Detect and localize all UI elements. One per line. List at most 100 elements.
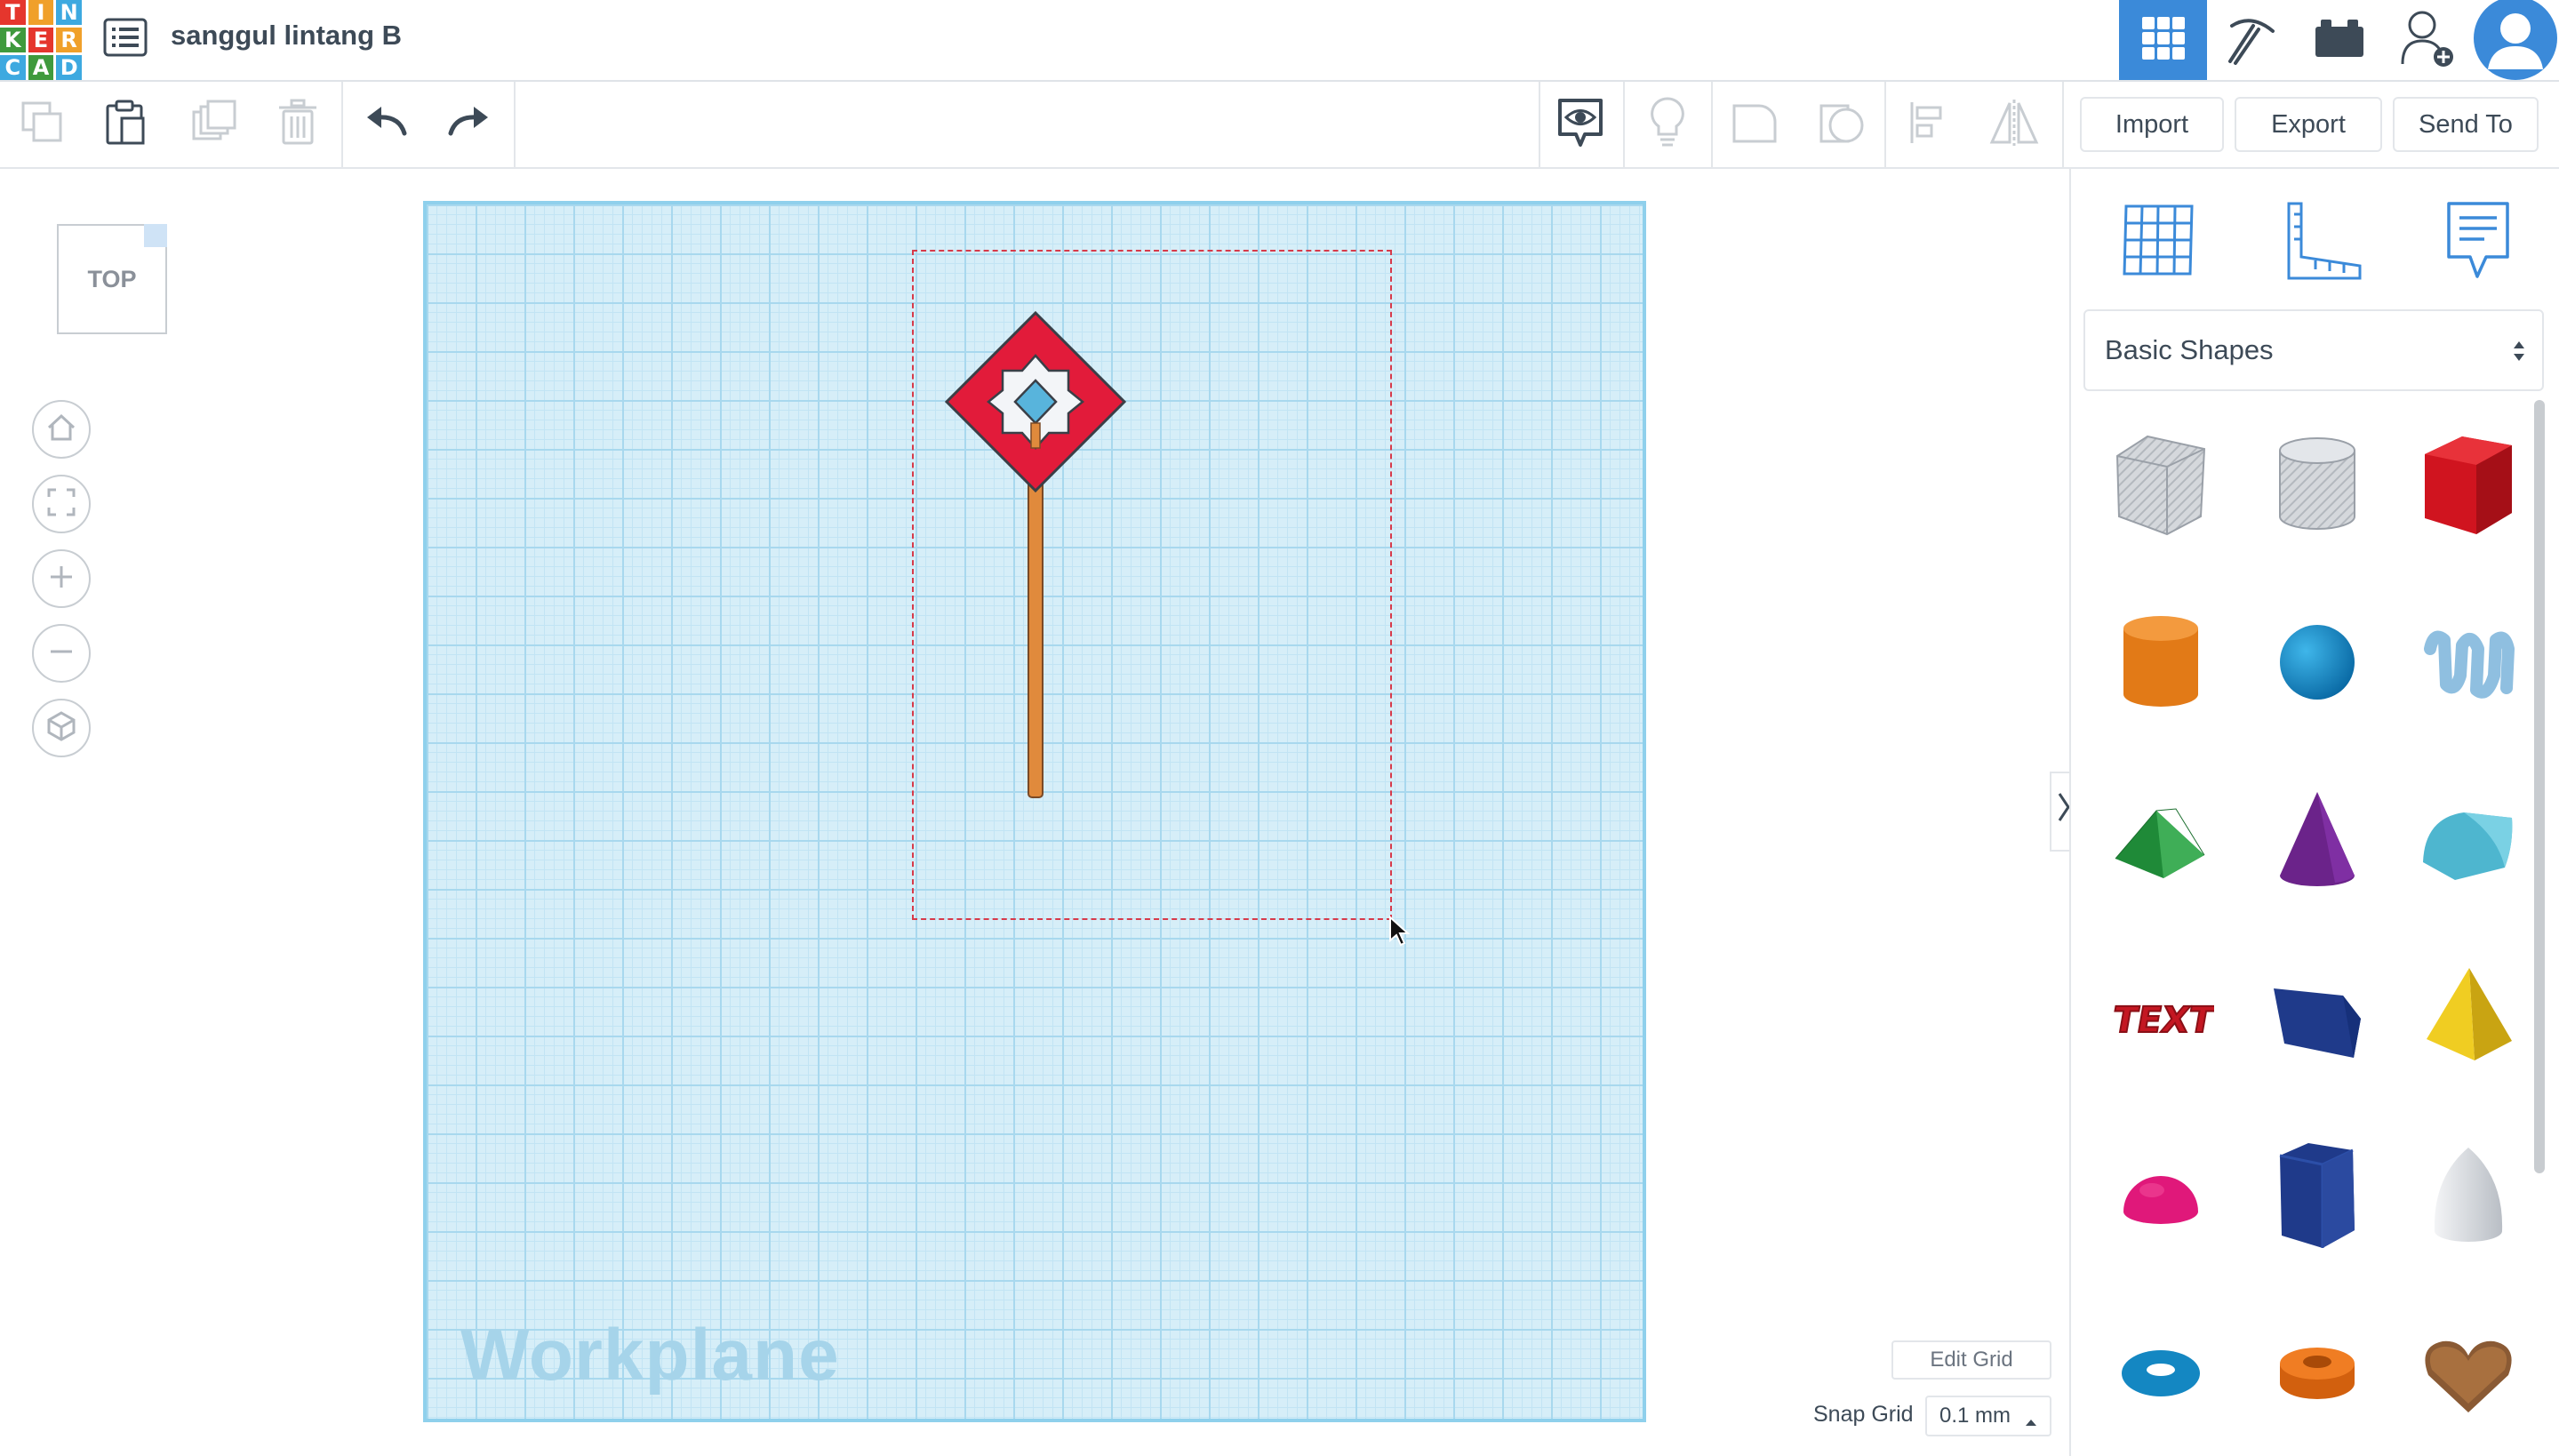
logo-letter: I (28, 0, 54, 25)
snap-grid-value: 0.1 mm (1939, 1404, 2011, 1428)
tinkercad-logo[interactable]: T I N K E R C A D (0, 0, 82, 80)
avatar (2473, 0, 2557, 84)
ungroup-icon (1818, 99, 1866, 151)
pickaxe-icon (2223, 10, 2280, 71)
edit-toolbar: Import Export Send To (0, 82, 2559, 169)
group-button[interactable] (1728, 98, 1781, 151)
clipboard-icon (104, 99, 148, 151)
grid-view-icon (2140, 15, 2187, 66)
shape-cylinder[interactable] (2103, 604, 2219, 720)
snap-grid-select[interactable]: 0.1 mm (1925, 1396, 2051, 1436)
workplane-tool-button[interactable] (2114, 197, 2203, 286)
home-view-button[interactable] (32, 400, 91, 459)
logo-letter: A (28, 55, 54, 80)
ruler-tool-button[interactable] (2279, 197, 2368, 286)
view-cube[interactable]: TOP (57, 224, 167, 334)
mirror-button[interactable] (1987, 98, 2041, 151)
top-right-nav (2119, 0, 2559, 80)
send-to-button[interactable]: Send To (2393, 97, 2539, 152)
hairpin-stick[interactable] (1028, 475, 1044, 798)
stick-top[interactable] (1030, 422, 1041, 449)
fit-view-button[interactable] (32, 475, 91, 533)
show-all-button[interactable] (1641, 96, 1694, 153)
logo-letter: C (0, 55, 26, 80)
shape-tube[interactable] (2259, 1316, 2375, 1431)
design-title[interactable]: sanggul lintang B (171, 20, 402, 52)
trash-icon (277, 99, 318, 151)
shape-polygon[interactable] (2259, 1138, 2375, 1253)
export-button[interactable]: Export (2235, 97, 2382, 152)
invite-user-button[interactable] (2383, 0, 2471, 80)
duplicate-icon (190, 100, 236, 150)
copy-button[interactable] (16, 98, 69, 151)
shape-text[interactable]: TEXT (2103, 960, 2219, 1076)
undo-button[interactable] (359, 98, 412, 151)
shape-half-sphere[interactable] (2103, 1138, 2219, 1253)
minus-icon (48, 638, 75, 669)
shape-box-hole[interactable] (2103, 427, 2219, 542)
toolbar-separator (1623, 82, 1625, 167)
shape-round-roof[interactable] (2411, 782, 2526, 898)
home-icon (46, 413, 76, 446)
shape-scribble[interactable] (2411, 604, 2526, 720)
delete-button[interactable] (271, 98, 324, 151)
shape-torus[interactable] (2103, 1316, 2219, 1431)
fit-all-icon (47, 488, 76, 521)
notes-visibility-button[interactable] (1554, 98, 1607, 151)
shape-pyramid[interactable] (2411, 960, 2526, 1076)
shape-roof[interactable] (2103, 782, 2219, 898)
shape-paraboloid[interactable] (2411, 1138, 2526, 1253)
paste-button[interactable] (100, 98, 153, 151)
redo-icon (447, 105, 492, 145)
lightbulb-icon (1650, 96, 1685, 153)
align-button[interactable] (1902, 98, 1955, 151)
design-list-icon[interactable] (103, 18, 148, 57)
copy-icon (20, 100, 66, 150)
logo-letter: K (0, 28, 26, 52)
logo-letter: R (56, 28, 82, 52)
perspective-cube-icon (46, 710, 76, 746)
import-button[interactable]: Import (2080, 97, 2224, 152)
toolbar-separator (1711, 82, 1713, 167)
logo-letter: D (56, 55, 82, 80)
toolbar-separator (341, 82, 343, 167)
align-icon (1908, 100, 1949, 149)
shape-heart[interactable] (2411, 1316, 2526, 1431)
zoom-out-button[interactable] (32, 624, 91, 683)
shape-sphere[interactable] (2259, 604, 2375, 720)
plus-icon (48, 564, 75, 595)
notes-tool-button[interactable] (2434, 197, 2523, 286)
snap-grid-label: Snap Grid (1813, 1402, 1914, 1427)
view-cube-corner[interactable] (144, 224, 167, 247)
shape-wedge[interactable] (2259, 960, 2375, 1076)
add-user-icon (2399, 7, 2456, 74)
svg-text:TEXT: TEXT (2109, 999, 2214, 1041)
duplicate-button[interactable] (187, 98, 240, 151)
bricks-view-button[interactable] (2295, 0, 2383, 80)
eye-bubble-icon (1556, 97, 1604, 153)
shapes-scrollbar[interactable] (2534, 400, 2545, 1173)
caret-up-icon (2025, 1408, 2037, 1433)
up-down-arrow-icon (2512, 338, 2526, 372)
logo-letter: N (56, 0, 82, 25)
shape-cylinder-hole[interactable] (2259, 427, 2375, 542)
logo-letter: T (0, 0, 26, 25)
mirror-icon (1988, 99, 2040, 150)
shape-category-select[interactable]: Basic Shapes (2083, 309, 2544, 391)
edit-grid-button[interactable]: Edit Grid (1891, 1340, 2051, 1380)
shape-box[interactable] (2411, 427, 2526, 542)
account-avatar-button[interactable] (2471, 0, 2559, 80)
blocks-view-button[interactable] (2207, 0, 2295, 80)
group-icon (1731, 99, 1779, 151)
redo-button[interactable] (443, 98, 496, 151)
zoom-in-button[interactable] (32, 549, 91, 608)
3d-design-view-button[interactable] (2119, 0, 2207, 80)
perspective-toggle-button[interactable] (32, 699, 91, 757)
ungroup-button[interactable] (1815, 98, 1868, 151)
hairpin-model[interactable] (933, 307, 1138, 804)
shape-cone[interactable] (2259, 782, 2375, 898)
toolbar-separator (1539, 82, 1540, 167)
view-cube-face-label: TOP (87, 265, 137, 292)
shapes-panel: Basic Shapes TEXT (2069, 169, 2559, 1456)
shape-category-value: Basic Shapes (2105, 334, 2274, 365)
